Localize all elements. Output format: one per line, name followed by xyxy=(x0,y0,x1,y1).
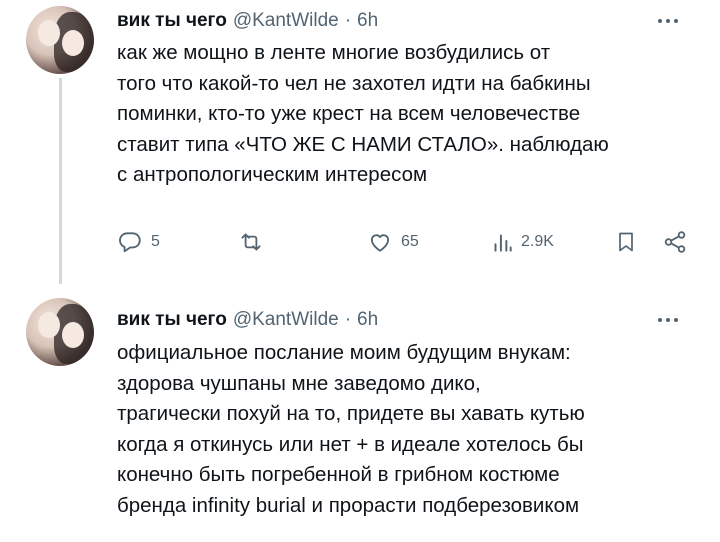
share-button[interactable] xyxy=(662,227,688,257)
tweet-header: вик ты чего @KantWilde · 6h xyxy=(117,307,378,333)
avatar[interactable] xyxy=(26,6,94,74)
action-bar: 5 65 2.9K xyxy=(117,227,697,257)
bookmark-icon xyxy=(614,229,638,255)
author-name[interactable]: вик ты чего xyxy=(117,309,227,331)
tweet-header: вик ты чего @KantWilde · 6h xyxy=(117,8,378,34)
author-handle[interactable]: @KantWilde xyxy=(233,309,339,331)
like-icon xyxy=(367,229,393,255)
views-button[interactable]: 2.9K xyxy=(491,227,554,257)
more-icon[interactable] xyxy=(658,17,682,25)
timestamp[interactable]: 6h xyxy=(357,10,378,32)
tweet-text: как же мощно в ленте многие возбудились … xyxy=(117,41,609,186)
tweet[interactable]: вик ты чего @KantWilde · 6h как же мощно… xyxy=(0,0,720,290)
avatar[interactable] xyxy=(26,298,94,366)
like-button[interactable]: 65 xyxy=(367,227,419,257)
reply-button[interactable]: 5 xyxy=(117,227,160,257)
views-icon xyxy=(491,229,513,255)
more-icon[interactable] xyxy=(658,316,682,324)
retweet-icon xyxy=(237,229,265,255)
separator-dot: · xyxy=(344,309,352,330)
reply-count: 5 xyxy=(151,233,160,250)
thread-line xyxy=(59,78,62,284)
reply-icon xyxy=(117,229,143,255)
tweet[interactable]: вик ты чего @KantWilde · 6h официальное … xyxy=(0,290,720,542)
author-name[interactable]: вик ты чего xyxy=(117,10,227,32)
retweet-button[interactable] xyxy=(237,227,273,257)
views-count: 2.9K xyxy=(521,233,554,250)
author-handle[interactable]: @KantWilde xyxy=(233,10,339,32)
separator-dot: · xyxy=(344,10,352,31)
bookmark-button[interactable] xyxy=(614,227,638,257)
tweet-text: официальное послание моим будущим внукам… xyxy=(117,341,585,517)
like-count: 65 xyxy=(401,233,419,250)
share-icon xyxy=(662,229,688,255)
timestamp[interactable]: 6h xyxy=(357,309,378,331)
